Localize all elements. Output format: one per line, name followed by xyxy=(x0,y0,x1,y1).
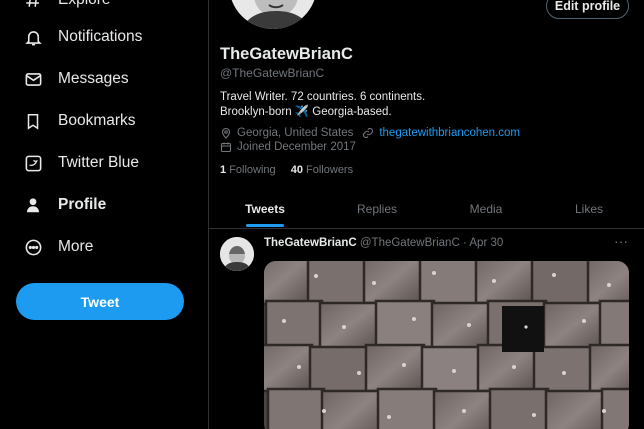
profile-location: Georgia, United States xyxy=(237,127,354,139)
tweet-separator: · xyxy=(462,237,467,249)
tweet-author-handle: @TheGatewBrianC xyxy=(359,237,460,249)
sidebar-item-profile[interactable]: Profile xyxy=(22,188,106,222)
tweet-item[interactable]: TheGatewBrianC @TheGatewBrianC · Apr 30 … xyxy=(209,230,644,429)
hashtag-icon xyxy=(22,0,44,11)
tweet-date[interactable]: Apr 30 xyxy=(469,237,503,249)
profile-display-name: TheGatewBrianC xyxy=(220,45,353,63)
profile-avatar[interactable] xyxy=(226,0,320,32)
tweet-avatar[interactable] xyxy=(220,237,254,271)
sidebar-item-more[interactable]: More xyxy=(22,230,93,264)
tweet-author-name[interactable]: TheGatewBrianC xyxy=(264,237,357,249)
profile-bio: Travel Writer. 72 countries. 6 continent… xyxy=(220,90,425,120)
tab-likes[interactable]: Likes xyxy=(539,190,639,228)
profile-meta-row: Georgia, United States thegatewithbrianc… xyxy=(220,127,520,139)
profile-website-link[interactable]: thegatewithbriancohen.com xyxy=(379,127,520,139)
sidebar-item-bookmarks[interactable]: Bookmarks xyxy=(22,104,136,138)
following-count: 1 xyxy=(220,164,227,176)
link-icon xyxy=(362,127,374,139)
profile-handle: @TheGatewBrianC xyxy=(220,66,325,80)
sidebar-item-label: Messages xyxy=(58,70,129,87)
tweet-button[interactable]: Tweet xyxy=(16,283,184,320)
sidebar-item-label: Explore xyxy=(58,0,111,9)
more-options-icon[interactable]: ··· xyxy=(614,233,628,249)
sidebar-item-notifications[interactable]: Notifications xyxy=(22,20,142,54)
twitter-blue-icon xyxy=(22,152,44,174)
tab-replies[interactable]: Replies xyxy=(321,190,433,228)
location-pin-icon xyxy=(220,127,232,139)
profile-column: Edit profile TheGatewBrianC @TheGatewBri… xyxy=(209,0,644,429)
bio-line: Brooklyn-born ✈️ Georgia-based. xyxy=(220,106,392,118)
sidebar-item-label: Notifications xyxy=(58,28,143,45)
sidebar-item-explore[interactable]: Explore xyxy=(22,0,111,17)
bookmark-icon xyxy=(22,110,44,132)
tweet-media-image[interactable] xyxy=(264,261,629,429)
calendar-icon xyxy=(220,141,232,153)
sidebar-nav: Explore Notifications Messages Bookmarks… xyxy=(0,0,208,429)
follow-stats: 1 Following 40 Followers xyxy=(220,164,353,176)
profile-tabs: Tweets Replies Media Likes xyxy=(209,190,644,229)
followers-count: 40 xyxy=(290,164,303,176)
tab-media[interactable]: Media xyxy=(433,190,539,228)
more-circle-icon xyxy=(22,236,44,258)
followers-label: Followers xyxy=(306,164,354,176)
sidebar-item-label: Profile xyxy=(58,196,107,213)
bio-line: Travel Writer. 72 countries. 6 continent… xyxy=(220,91,426,103)
followers-link[interactable]: 40 Followers xyxy=(291,164,353,176)
edit-profile-button[interactable]: Edit profile xyxy=(546,0,629,19)
active-tab-indicator xyxy=(246,224,284,227)
tweet-header: TheGatewBrianC @TheGatewBrianC · Apr 30 xyxy=(264,237,503,249)
sidebar-item-messages[interactable]: Messages xyxy=(22,62,129,96)
envelope-icon xyxy=(22,68,44,90)
person-icon xyxy=(22,194,44,216)
bell-icon xyxy=(22,26,44,48)
profile-joined-row: Joined December 2017 xyxy=(220,141,356,153)
following-label: Following xyxy=(229,164,276,176)
sidebar-item-label: Bookmarks xyxy=(58,112,136,129)
following-link[interactable]: 1 Following xyxy=(220,164,276,176)
profile-joined: Joined December 2017 xyxy=(237,141,356,153)
sidebar-item-label: Twitter Blue xyxy=(58,154,139,171)
sidebar-item-label: More xyxy=(58,238,94,255)
tab-tweets[interactable]: Tweets xyxy=(209,190,321,228)
sidebar-item-twitter-blue[interactable]: Twitter Blue xyxy=(22,146,139,180)
